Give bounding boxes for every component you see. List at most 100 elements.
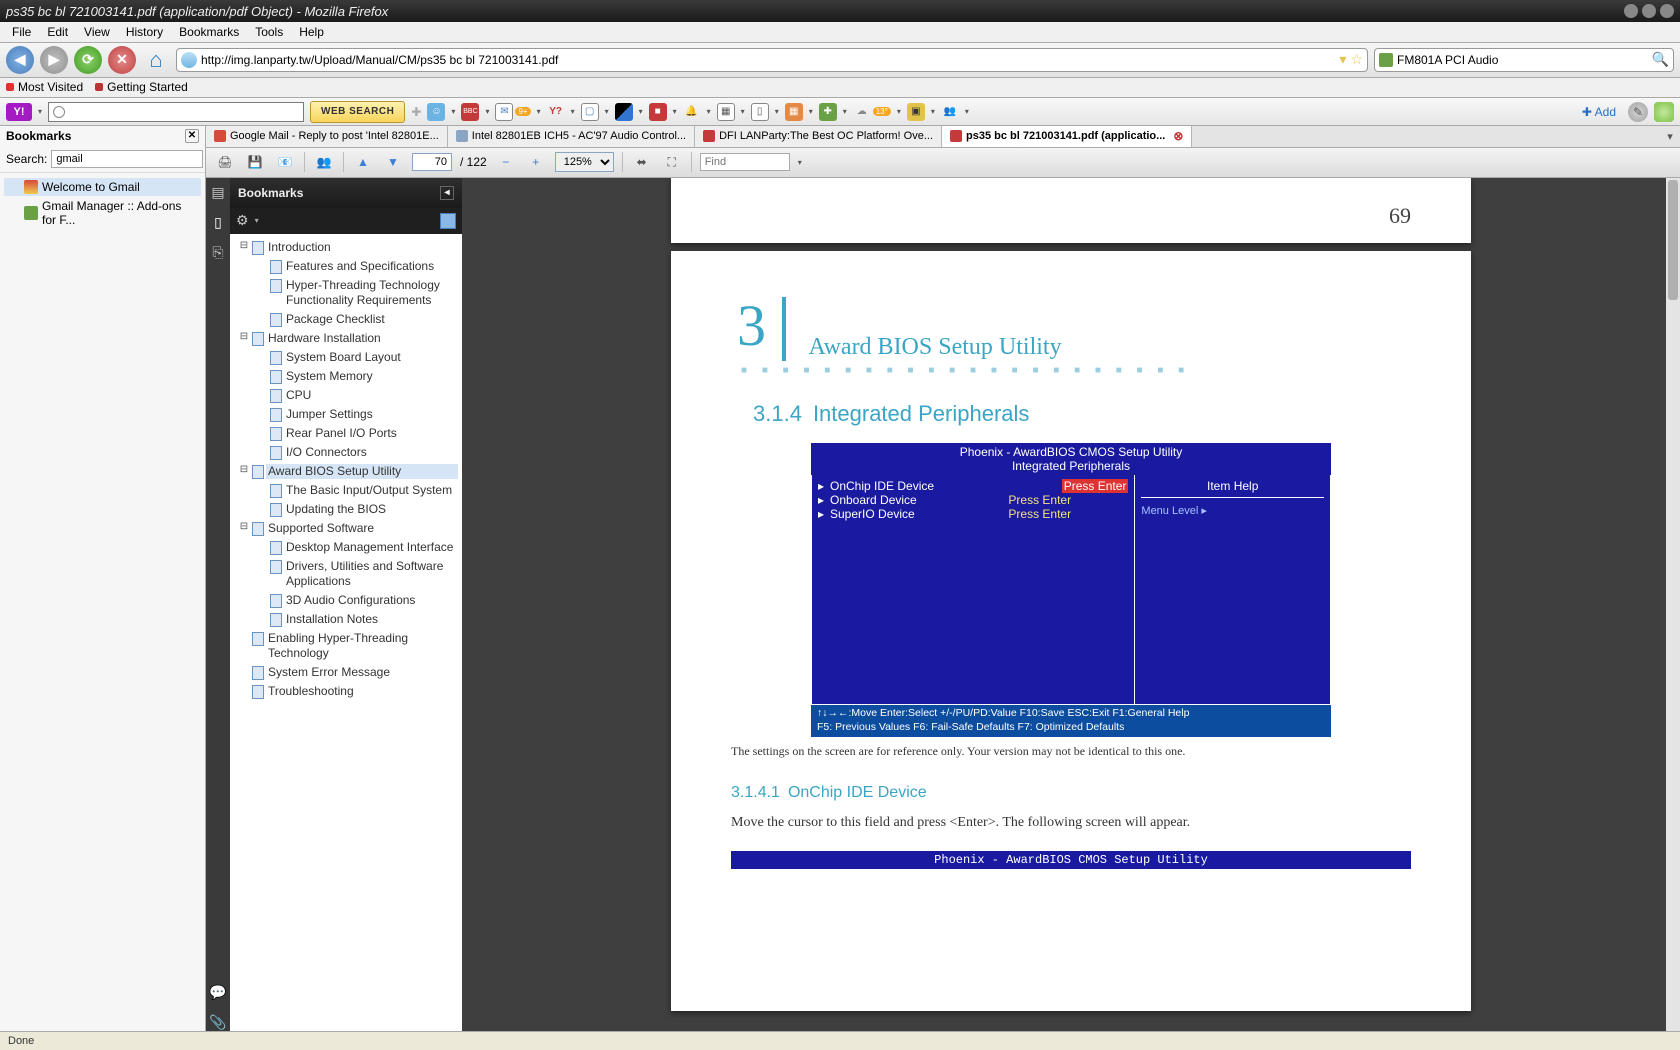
stop-button[interactable]: ✕ <box>108 46 136 74</box>
pdf-outline-item[interactable]: Jumper Settings <box>232 405 460 424</box>
toolbar-red-icon[interactable]: ■ <box>649 103 667 121</box>
tab-close-icon[interactable]: ⊗ <box>1173 129 1183 143</box>
bookmark-getting-started[interactable]: Getting Started <box>95 80 188 94</box>
tab-pdf[interactable]: ps35 bc bl 721003141.pdf (applicatio...⊗ <box>942 126 1192 147</box>
toolbar-note-icon[interactable]: ▢ <box>581 103 599 121</box>
pdf-outline-item[interactable]: Desktop Management Interface <box>232 538 460 557</box>
yahoo-search-input[interactable] <box>48 102 304 122</box>
toolbar-delicious-icon[interactable] <box>615 103 633 121</box>
toolbar-plus-icon[interactable]: ✚ <box>819 103 837 121</box>
pdf-bookmarks-collapse-button[interactable]: ◂ <box>440 186 454 200</box>
pdf-outline-item[interactable]: 3D Audio Configurations <box>232 591 460 610</box>
pdf-fit-page-button[interactable]: ⛶ <box>661 151 683 173</box>
pdf-page-input[interactable] <box>412 153 452 171</box>
back-button[interactable]: ◀ <box>6 46 34 74</box>
forward-button[interactable]: ▶ <box>40 46 68 74</box>
pdf-outline-item[interactable]: Features and Specifications <box>232 257 460 276</box>
sidebar-bookmark-item[interactable]: Welcome to Gmail <box>4 178 201 196</box>
outline-twisty-icon[interactable]: ⊟ <box>238 521 250 532</box>
pdf-outline-item[interactable]: ⊟Supported Software <box>232 519 460 538</box>
pdf-outline-item[interactable]: Rear Panel I/O Ports <box>232 424 460 443</box>
reload-button[interactable]: ⟳ <box>74 46 102 74</box>
pdf-page-up-button[interactable]: ▲ <box>352 151 374 173</box>
toolbar-mail-icon[interactable]: ✉ <box>495 103 513 121</box>
toolbar-doc-icon[interactable]: ▯ <box>751 103 769 121</box>
yahoo-web-search-button[interactable]: WEB SEARCH <box>310 101 405 123</box>
window-minimize-icon[interactable] <box>1624 4 1638 18</box>
pdf-outline-tree[interactable]: ⊟IntroductionFeatures and Specifications… <box>230 234 462 1031</box>
pdf-outline-item[interactable]: Hyper-Threading Technology Functionality… <box>232 276 460 310</box>
tab-intel[interactable]: Intel 82801EB ICH5 - AC'97 Audio Control… <box>448 126 695 147</box>
toolbar-grid-icon[interactable]: ▦ <box>785 103 803 121</box>
pdf-outline-item[interactable]: Installation Notes <box>232 610 460 629</box>
pdf-fit-width-button[interactable]: ⬌ <box>631 151 653 173</box>
menu-help[interactable]: Help <box>291 23 332 41</box>
scrollbar-thumb[interactable] <box>1668 180 1678 300</box>
yahoo-status-icon[interactable] <box>1654 102 1674 122</box>
pdf-outline-item[interactable]: Package Checklist <box>232 310 460 329</box>
tab-gmail[interactable]: Google Mail - Reply to post 'Intel 82801… <box>206 126 448 147</box>
pdf-outline-item[interactable]: ⊟Award BIOS Setup Utility <box>232 462 460 481</box>
menu-bookmarks[interactable]: Bookmarks <box>171 23 247 41</box>
url-input[interactable] <box>201 53 1335 67</box>
pdf-attach-file-icon[interactable]: 📎 <box>209 1013 227 1031</box>
pdf-comments-panel-icon[interactable]: 💬 <box>209 983 227 1001</box>
site-identity-icon[interactable] <box>181 52 197 68</box>
pdf-outline-item[interactable]: ⊟Hardware Installation <box>232 329 460 348</box>
bookmark-star-icon[interactable]: ☆ <box>1350 51 1363 68</box>
toolbar-people-icon[interactable]: 👥 <box>941 103 959 121</box>
pdf-outline-item[interactable]: ⊟Introduction <box>232 238 460 257</box>
menu-file[interactable]: File <box>4 23 39 41</box>
window-maximize-icon[interactable] <box>1642 4 1656 18</box>
pdf-vertical-scrollbar[interactable] <box>1666 178 1680 1031</box>
pdf-find-input[interactable] <box>700 153 790 171</box>
pdf-outline-item[interactable]: System Memory <box>232 367 460 386</box>
pdf-new-bookmark-icon[interactable] <box>440 213 456 229</box>
pdf-outline-item[interactable]: Enabling Hyper-Threading Technology <box>232 629 460 663</box>
outline-twisty-icon[interactable]: ⊟ <box>238 331 250 342</box>
outline-twisty-icon[interactable]: ⊟ <box>238 464 250 475</box>
tab-dfi[interactable]: DFI LANParty:The Best OC Platform! Ove..… <box>695 126 942 147</box>
url-bar[interactable]: ▾ ☆ <box>176 48 1368 72</box>
toolbar-bell-icon[interactable]: 🔔 <box>683 103 701 121</box>
menu-history[interactable]: History <box>118 23 171 41</box>
menu-edit[interactable]: Edit <box>39 23 76 41</box>
pdf-outline-item[interactable]: CPU <box>232 386 460 405</box>
pdf-page-scroll[interactable]: 69 3 Award BIOS Setup Utility ■ ■ ■ ■ ■ … <box>462 178 1680 1031</box>
window-close-icon[interactable] <box>1660 4 1674 18</box>
toolbar-tv-icon[interactable]: ▣ <box>907 103 925 121</box>
yahoo-settings-icon[interactable]: ✎ <box>1628 102 1648 122</box>
menu-view[interactable]: View <box>76 23 118 41</box>
search-input[interactable] <box>1397 53 1648 67</box>
pdf-outline-item[interactable]: System Error Message <box>232 663 460 682</box>
pdf-zoom-select[interactable]: 125% <box>555 152 614 172</box>
yahoo-logo-icon[interactable]: Y! <box>6 103 32 121</box>
pdf-email-button[interactable]: 📧 <box>274 151 296 173</box>
pdf-outline-item[interactable]: Updating the BIOS <box>232 500 460 519</box>
search-engine-icon[interactable] <box>1379 53 1393 67</box>
bookmark-most-visited[interactable]: Most Visited <box>6 80 83 94</box>
pdf-attachments-panel-icon[interactable]: ⎘ <box>209 244 227 262</box>
sidebar-search-input[interactable] <box>51 150 203 168</box>
yahoo-add-button[interactable]: ✚ Add <box>1582 105 1622 119</box>
pdf-zoom-out-button[interactable]: − <box>495 151 517 173</box>
sidebar-close-button[interactable]: ✕ <box>185 129 199 143</box>
toolbar-news-icon[interactable]: BBC <box>461 103 479 121</box>
home-button[interactable]: ⌂ <box>142 46 170 74</box>
toolbar-calendar-icon[interactable]: ▦ <box>717 103 735 121</box>
toolbar-app-icon[interactable]: ☺ <box>427 103 445 121</box>
pdf-pages-panel-icon[interactable]: ▤ <box>209 184 227 202</box>
pdf-save-button[interactable]: 💾 <box>244 151 266 173</box>
search-go-icon[interactable]: 🔍 <box>1652 51 1669 68</box>
pdf-outline-item[interactable]: The Basic Input/Output System <box>232 481 460 500</box>
outline-twisty-icon[interactable]: ⊟ <box>238 240 250 251</box>
sidebar-bookmark-item[interactable]: Gmail Manager :: Add-ons for F... <box>4 197 201 229</box>
pdf-bookmarks-options-icon[interactable]: ⚙ <box>236 212 249 229</box>
pdf-outline-item[interactable]: Drivers, Utilities and Software Applicat… <box>232 557 460 591</box>
toolbar-y-icon[interactable]: Y? <box>547 103 565 121</box>
new-tab-button[interactable]: ▾ <box>1660 126 1680 147</box>
pdf-collab-button[interactable]: 👥 <box>313 151 335 173</box>
pdf-bookmarks-panel-icon[interactable]: ▯ <box>209 214 227 232</box>
pdf-print-button[interactable]: 🖨 <box>214 151 236 173</box>
pdf-page-down-button[interactable]: ▼ <box>382 151 404 173</box>
